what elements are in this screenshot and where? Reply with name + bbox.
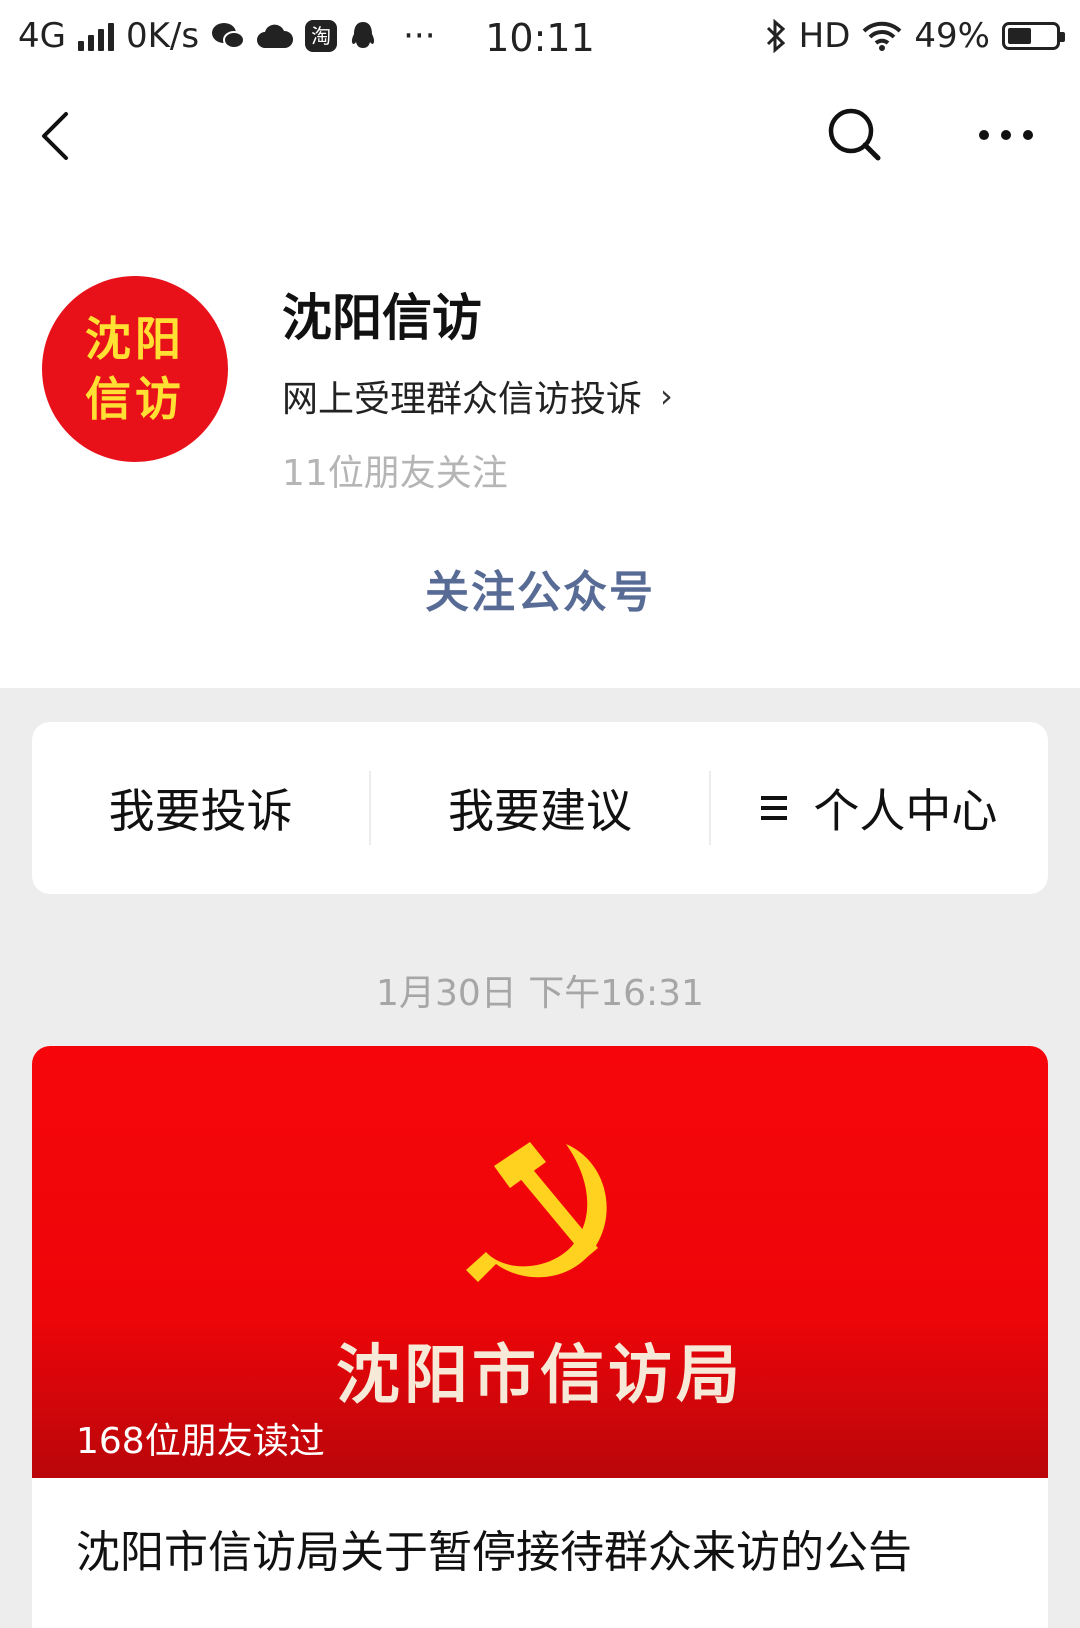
article-cover-image: 沈阳市信访局 168位朋友读过 [32,1046,1048,1478]
battery-percent: 49% [914,16,990,56]
nav-bar [0,78,1080,198]
status-right: HD 49% [765,16,1065,56]
bluetooth-icon [766,19,785,53]
account-description-text: 网上受理群众信访投诉 [282,379,643,420]
hd-indicator: HD [798,16,851,56]
article-title: 沈阳市信访局关于暂停接待群众来访的公告 [76,1527,912,1578]
more-horizontal-icon[interactable] [966,100,1046,170]
account-description[interactable]: 网上受理群众信访投诉 › [282,370,673,422]
wechat-official-account-page: 4G 0K/s 淘 ··· 10:11 HD 49% 沈阳 信访 沈阳信访 网上… [0,0,1080,1628]
menu-item-label: 我要建议 [447,784,632,838]
cover-title: 沈阳市信访局 [336,1339,744,1413]
avatar-text-line1: 沈阳 [85,312,185,366]
status-bar: 4G 0K/s 淘 ··· 10:11 HD 49% [0,0,1080,78]
search-icon[interactable] [820,100,890,170]
menu-item-label: 我要投诉 [108,784,293,838]
account-name: 沈阳信访 [282,289,482,347]
friends-read-count: 168位朋友读过 [76,1421,325,1462]
menu-item-personal-center[interactable]: 个人中心 [711,722,1048,894]
chevron-right-icon: › [660,377,673,415]
account-menu: 我要投诉 我要建议 个人中心 [32,722,1048,894]
wifi-icon [863,21,902,51]
avatar-text-line2: 信访 [85,372,185,426]
article-card[interactable]: 沈阳市信访局 168位朋友读过 沈阳市信访局关于暂停接待群众来访的公告 [32,1046,1048,1628]
menu-item-label: 个人中心 [813,784,998,838]
message-timestamp: 1月30日 下午16:31 [376,973,704,1014]
battery-level-fill [1008,28,1031,44]
chevron-left-icon[interactable] [28,100,98,170]
follow-button[interactable]: 关注公众号 [0,556,1080,620]
menu-item-complaint[interactable]: 我要投诉 [32,722,369,894]
battery-icon [1002,22,1065,50]
friends-following-count: 11位朋友关注 [282,453,508,494]
list-icon [761,796,788,820]
hammer-sickle-emblem-icon [466,1142,607,1282]
account-avatar[interactable]: 沈阳 信访 [42,276,228,462]
menu-item-suggestion[interactable]: 我要建议 [371,722,708,894]
